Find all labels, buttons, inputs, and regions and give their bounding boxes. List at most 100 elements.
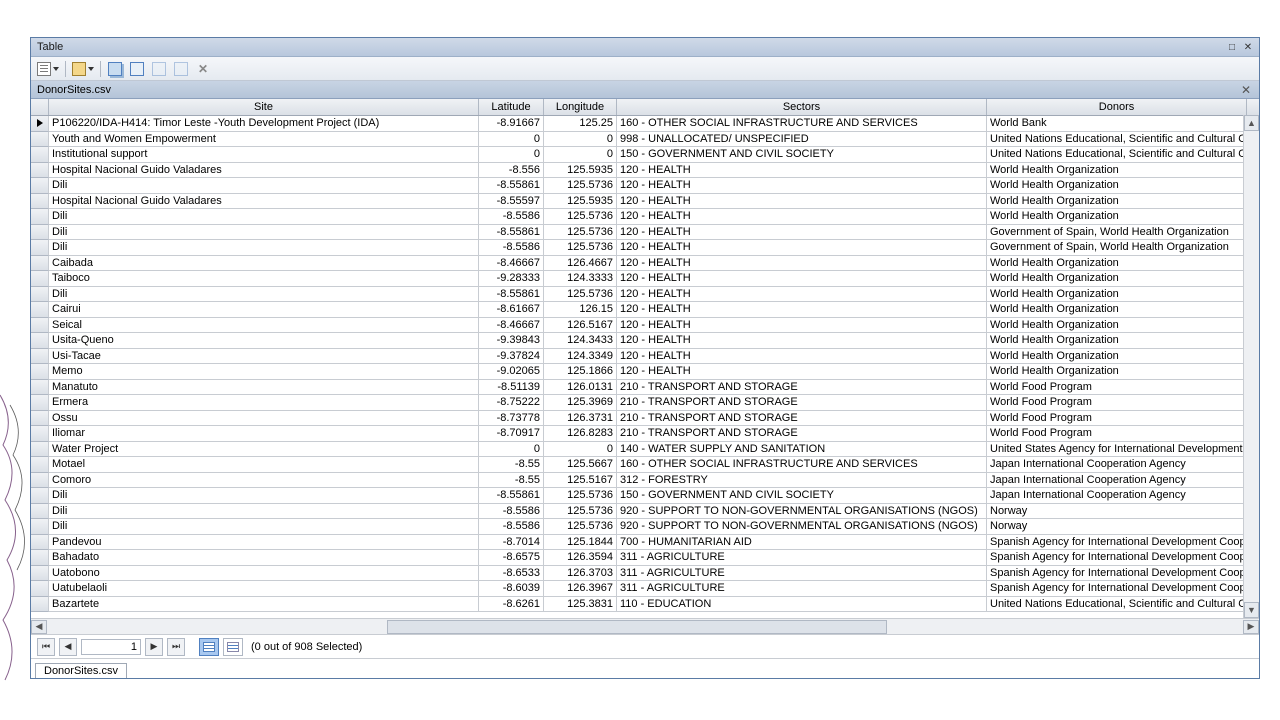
cell-donors[interactable]: Norway (987, 504, 1247, 520)
show-all-records-button[interactable] (199, 638, 219, 656)
cell-site[interactable]: P106220/IDA-H414: Timor Leste -Youth Dev… (49, 116, 479, 132)
cell-site[interactable]: Dili (49, 178, 479, 194)
cell-site[interactable]: Bazartete (49, 597, 479, 613)
table-row[interactable]: Uatubelaoli-8.6039126.3967311 - AGRICULT… (31, 581, 1259, 597)
table-row[interactable]: Water Project00140 - WATER SUPPLY AND SA… (31, 442, 1259, 458)
col-header-site[interactable]: Site (49, 99, 479, 115)
cell-sectors[interactable]: 311 - AGRICULTURE (617, 566, 987, 582)
scroll-up-icon[interactable]: ▲ (1244, 115, 1259, 131)
cell-sectors[interactable]: 120 - HEALTH (617, 364, 987, 380)
cell-sectors[interactable]: 120 - HEALTH (617, 178, 987, 194)
cell-sectors[interactable]: 120 - HEALTH (617, 256, 987, 272)
cell-donors[interactable]: Government of Spain, World Health Organi… (987, 240, 1247, 256)
cell-longitude[interactable]: 124.3333 (544, 271, 617, 287)
grid-body[interactable]: P106220/IDA-H414: Timor Leste -Youth Dev… (31, 116, 1259, 618)
row-selector[interactable] (31, 597, 49, 613)
col-header-donors[interactable]: Donors (987, 99, 1247, 115)
row-selector[interactable] (31, 566, 49, 582)
cell-latitude[interactable]: -8.6039 (479, 581, 544, 597)
cell-longitude[interactable]: 126.15 (544, 302, 617, 318)
cell-longitude[interactable]: 125.5736 (544, 178, 617, 194)
cell-longitude[interactable]: 125.5736 (544, 225, 617, 241)
table-row[interactable]: Caibada-8.46667126.4667120 - HEALTHWorld… (31, 256, 1259, 272)
cell-longitude[interactable]: 125.25 (544, 116, 617, 132)
cell-latitude[interactable]: -8.6261 (479, 597, 544, 613)
cell-latitude[interactable]: -9.02065 (479, 364, 544, 380)
cell-latitude[interactable]: -8.5586 (479, 504, 544, 520)
row-selector[interactable] (31, 364, 49, 380)
cell-longitude[interactable]: 126.4667 (544, 256, 617, 272)
cell-latitude[interactable]: -8.91667 (479, 116, 544, 132)
cell-donors[interactable]: World Food Program (987, 426, 1247, 442)
row-selector[interactable] (31, 380, 49, 396)
cell-latitude[interactable]: -8.5586 (479, 209, 544, 225)
cell-longitude[interactable]: 0 (544, 132, 617, 148)
cell-sectors[interactable]: 312 - FORESTRY (617, 473, 987, 489)
cell-longitude[interactable]: 124.3349 (544, 349, 617, 365)
table-row[interactable]: Dili-8.55861125.5736120 - HEALTHWorld He… (31, 287, 1259, 303)
cell-longitude[interactable]: 126.0131 (544, 380, 617, 396)
prev-record-button[interactable]: ◀ (59, 638, 77, 656)
cell-donors[interactable]: Japan International Cooperation Agency (987, 488, 1247, 504)
cell-sectors[interactable]: 120 - HEALTH (617, 333, 987, 349)
cell-site[interactable]: Dili (49, 240, 479, 256)
cell-donors[interactable]: Spanish Agency for International Develop… (987, 550, 1247, 566)
table-row[interactable]: Dili-8.5586125.5736120 - HEALTHWorld Hea… (31, 209, 1259, 225)
cell-sectors[interactable]: 120 - HEALTH (617, 225, 987, 241)
cell-longitude[interactable]: 0 (544, 442, 617, 458)
row-selector[interactable] (31, 457, 49, 473)
cell-latitude[interactable]: -8.55861 (479, 287, 544, 303)
cell-latitude[interactable]: -9.37824 (479, 349, 544, 365)
cell-donors[interactable]: World Health Organization (987, 302, 1247, 318)
cell-donors[interactable]: United States Agency for International D… (987, 442, 1247, 458)
cell-latitude[interactable]: -8.70917 (479, 426, 544, 442)
cell-donors[interactable]: Spanish Agency for International Develop… (987, 581, 1247, 597)
table-options-button[interactable] (35, 59, 61, 79)
maximize-icon[interactable]: □ (1225, 41, 1239, 53)
cell-donors[interactable]: World Health Organization (987, 364, 1247, 380)
cell-latitude[interactable]: -8.5586 (479, 519, 544, 535)
cell-site[interactable]: Seical (49, 318, 479, 334)
cell-sectors[interactable]: 311 - AGRICULTURE (617, 550, 987, 566)
cell-sectors[interactable]: 150 - GOVERNMENT AND CIVIL SOCIETY (617, 147, 987, 163)
cell-longitude[interactable]: 0 (544, 147, 617, 163)
cell-sectors[interactable]: 160 - OTHER SOCIAL INFRASTRUCTURE AND SE… (617, 116, 987, 132)
cell-longitude[interactable]: 124.3433 (544, 333, 617, 349)
cell-site[interactable]: Cairui (49, 302, 479, 318)
row-selector[interactable] (31, 225, 49, 241)
cell-donors[interactable]: World Health Organization (987, 318, 1247, 334)
cell-donors[interactable]: World Food Program (987, 411, 1247, 427)
row-selector[interactable] (31, 333, 49, 349)
table-row[interactable]: Dili-8.5586125.5736920 - SUPPORT TO NON-… (31, 519, 1259, 535)
cell-sectors[interactable]: 210 - TRANSPORT AND STORAGE (617, 380, 987, 396)
cell-site[interactable]: Hospital Nacional Guido Valadares (49, 163, 479, 179)
cell-longitude[interactable]: 125.5736 (544, 488, 617, 504)
cell-latitude[interactable]: -9.28333 (479, 271, 544, 287)
cell-longitude[interactable]: 125.5736 (544, 240, 617, 256)
table-row[interactable]: Uatobono-8.6533126.3703311 - AGRICULTURE… (31, 566, 1259, 582)
cell-sectors[interactable]: 120 - HEALTH (617, 349, 987, 365)
cell-sectors[interactable]: 120 - HEALTH (617, 240, 987, 256)
cell-donors[interactable]: World Health Organization (987, 287, 1247, 303)
cell-site[interactable]: Usi-Tacae (49, 349, 479, 365)
cell-latitude[interactable]: -8.5586 (479, 240, 544, 256)
table-row[interactable]: Dili-8.55861125.5736120 - HEALTHGovernme… (31, 225, 1259, 241)
row-selector[interactable] (31, 488, 49, 504)
cell-latitude[interactable]: -8.55597 (479, 194, 544, 210)
cell-donors[interactable]: United Nations Educational, Scientific a… (987, 147, 1247, 163)
cell-site[interactable]: Institutional support (49, 147, 479, 163)
cell-site[interactable]: Uatobono (49, 566, 479, 582)
related-tables-button[interactable] (70, 59, 96, 79)
cell-latitude[interactable]: -8.61667 (479, 302, 544, 318)
cell-sectors[interactable]: 160 - OTHER SOCIAL INFRASTRUCTURE AND SE… (617, 457, 987, 473)
cell-donors[interactable]: Japan International Cooperation Agency (987, 473, 1247, 489)
table-row[interactable]: Dili-8.55861125.5736120 - HEALTHWorld He… (31, 178, 1259, 194)
cell-donors[interactable]: World Health Organization (987, 349, 1247, 365)
cell-longitude[interactable]: 125.5736 (544, 287, 617, 303)
cell-sectors[interactable]: 998 - UNALLOCATED/ UNSPECIFIED (617, 132, 987, 148)
table-row[interactable]: Comoro-8.55125.5167312 - FORESTRYJapan I… (31, 473, 1259, 489)
cell-sectors[interactable]: 210 - TRANSPORT AND STORAGE (617, 411, 987, 427)
cell-site[interactable]: Motael (49, 457, 479, 473)
cell-donors[interactable]: World Health Organization (987, 163, 1247, 179)
table-row[interactable]: Dili-8.55861125.5736150 - GOVERNMENT AND… (31, 488, 1259, 504)
